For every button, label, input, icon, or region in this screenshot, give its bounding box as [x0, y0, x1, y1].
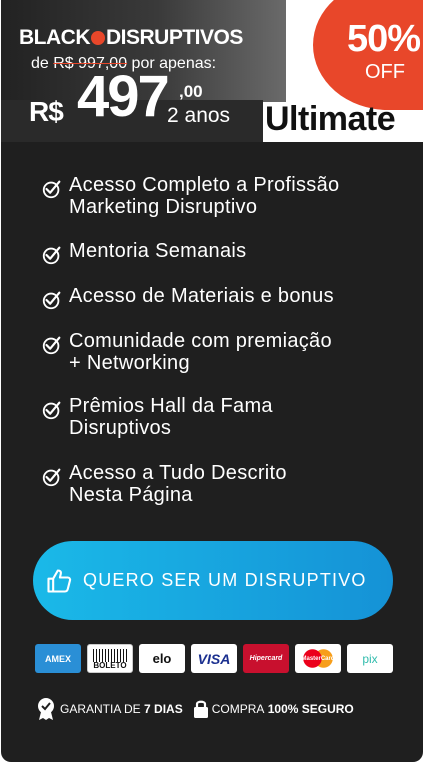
trust-badges: GARANTIA DE 7 DIAS COMPRA 100% SEGURO	[35, 697, 354, 721]
feature-item: Acesso a Tudo Descrito Nesta Página	[41, 462, 287, 506]
brand-mark-icon	[91, 31, 105, 45]
discount-percent: 50%	[347, 18, 421, 60]
price-value: 497	[77, 64, 170, 129]
guarantee-seal-icon	[38, 698, 54, 720]
secure-label: 100% SEGURO	[267, 702, 354, 716]
discount-off-label: OFF	[365, 61, 405, 83]
visa-icon: VISA	[191, 644, 237, 673]
price-period: 2 anos	[167, 104, 231, 127]
brand-logo-right: DISRUPTIVOS	[106, 26, 243, 49]
buy-button[interactable]: QUERO SER UM DISRUPTIVO	[33, 541, 393, 620]
guarantee-days: 7 DIAS	[144, 702, 183, 716]
mastercard-icon: MasterCard	[295, 644, 341, 673]
pix-icon: pix	[347, 644, 393, 673]
price-currency: R$	[29, 96, 64, 127]
feature-item: Acesso de Materiais e bonus	[41, 285, 334, 311]
check-circle-icon	[42, 246, 61, 265]
plan-name: Ultimate	[265, 100, 396, 138]
feature-item: Mentoria Semanais	[41, 240, 246, 266]
boleto-icon: BOLETO	[87, 644, 133, 673]
price-cents: ,00	[179, 82, 203, 101]
buy-button-label: QUERO SER UM DISRUPTIVO	[83, 570, 367, 590]
feature-text: Acesso de Materiais e bonus	[69, 285, 334, 307]
feature-text: Mentoria Semanais	[69, 240, 247, 262]
offer-card: 50% OFF BLACK DISRUPTIVOS de R$ 997,00 po…	[1, 0, 423, 762]
check-circle-icon	[42, 336, 61, 355]
feature-item: Prêmios Hall da Fama Disruptivos	[41, 395, 273, 439]
feature-item: Comunidade com premiação + Networking	[41, 330, 332, 374]
feature-text: Prêmios Hall da Fama Disruptivos	[69, 395, 273, 439]
guarantee-prefix: GARANTIA DE	[60, 702, 141, 716]
payment-methods: AMEX BOLETO elo VISA Hipercard MasterCar…	[35, 644, 393, 673]
secure-prefix: COMPRA	[211, 702, 265, 716]
thumbs-up-icon	[47, 568, 72, 593]
elo-icon: elo	[139, 644, 185, 673]
check-circle-icon	[42, 401, 61, 420]
check-circle-icon	[42, 180, 61, 199]
lock-icon	[193, 700, 208, 718]
old-price-prefix: de	[31, 55, 49, 72]
amex-icon: AMEX	[35, 644, 81, 673]
check-circle-icon	[42, 291, 61, 310]
feature-text: Acesso a Tudo Descrito Nesta Página	[69, 462, 287, 506]
feature-text: Acesso Completo a Profissão Marketing Di…	[69, 174, 340, 218]
hipercard-icon: Hipercard	[243, 644, 289, 673]
feature-text: Comunidade com premiação + Networking	[69, 330, 332, 374]
brand-logo: BLACK DISRUPTIVOS	[19, 26, 243, 50]
check-circle-icon	[42, 468, 61, 487]
feature-item: Acesso Completo a Profissão Marketing Di…	[41, 174, 339, 218]
offer-header: 50% OFF BLACK DISRUPTIVOS de R$ 997,00 po…	[1, 0, 423, 142]
brand-logo-left: BLACK	[19, 26, 91, 49]
